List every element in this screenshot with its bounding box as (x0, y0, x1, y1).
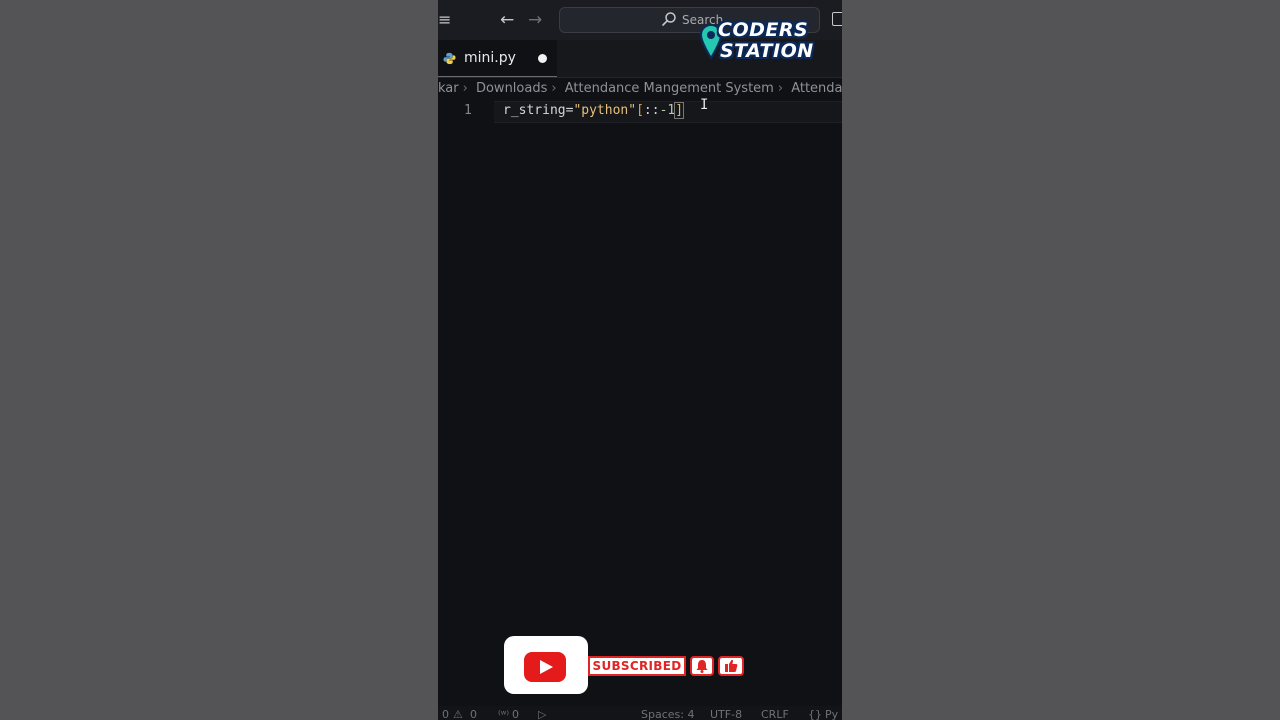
bell-button[interactable] (690, 656, 714, 676)
logo-text-coders: CODERS (718, 19, 809, 41)
youtube-badge[interactable] (504, 636, 588, 694)
logo-text-station: STATION (720, 40, 814, 62)
breadcrumb: kar › Downloads › Attendance Mangement Sys… (438, 80, 842, 98)
search-icon (662, 12, 676, 26)
arrow-right-icon[interactable]: → (528, 9, 542, 31)
indentation-status[interactable]: Spaces: 4 (641, 706, 694, 720)
bell-icon (696, 660, 708, 673)
line-number: 1 (464, 103, 472, 118)
python-icon (443, 52, 456, 65)
code-line[interactable]: r_string="python"[::-1] (503, 102, 685, 120)
like-button[interactable] (718, 656, 744, 676)
code-slice: :: (643, 103, 660, 118)
code-string: "python" (573, 103, 637, 118)
layout-icon[interactable] (832, 12, 842, 26)
coders-station-logo: CODERS STATION (700, 20, 824, 64)
tab-mini-py[interactable]: mini.py (438, 40, 557, 77)
breadcrumb-item[interactable]: Attendance (791, 81, 842, 96)
braces-icon: {} (808, 708, 822, 720)
run-icon[interactable]: ▷ (538, 706, 546, 720)
code-bracket-open: [ (636, 103, 644, 118)
language-status[interactable]: Py (825, 706, 838, 720)
tab-label: mini.py (464, 50, 516, 66)
arrow-left-icon[interactable]: ← (500, 9, 514, 31)
breadcrumb-item[interactable]: Downloads (476, 81, 547, 96)
warning-icon: ⚠ (453, 708, 463, 720)
ibeam-cursor-icon: I (700, 97, 709, 113)
breadcrumb-item[interactable]: Attendance Mangement System (565, 81, 774, 96)
unsaved-dot-icon[interactable] (538, 54, 547, 63)
code-variable: r_string (503, 103, 566, 118)
subscribed-button[interactable]: SUBSCRIBED (588, 656, 686, 676)
chevron-right-icon: › (462, 81, 468, 96)
chevron-right-icon: › (551, 81, 557, 96)
code-number: -1 (659, 103, 676, 118)
status-bar: 0 ⚠ 0 ⁽ʷ⁾ 0 ▷ Spaces: 4 UTF-8 CRLF {} Py (438, 706, 842, 720)
chevron-right-icon: › (777, 81, 784, 96)
menu-icon[interactable]: ≡ (438, 10, 451, 30)
play-icon (540, 660, 553, 674)
youtube-icon (524, 652, 566, 682)
error-count[interactable]: 0 (442, 706, 449, 720)
ports-icon: ⁽ʷ⁾ (498, 708, 510, 720)
eol-status[interactable]: CRLF (761, 706, 789, 720)
thumbs-up-icon (725, 659, 738, 672)
editor-window: ≡ ← → Search mini.py CODERS STATION kar … (438, 0, 842, 720)
encoding-status[interactable]: UTF-8 (710, 706, 742, 720)
breadcrumb-item[interactable]: kar (438, 81, 459, 96)
ports-count[interactable]: 0 (512, 706, 519, 720)
code-bracket-close: ] (674, 102, 685, 119)
warning-count[interactable]: 0 (470, 706, 477, 720)
